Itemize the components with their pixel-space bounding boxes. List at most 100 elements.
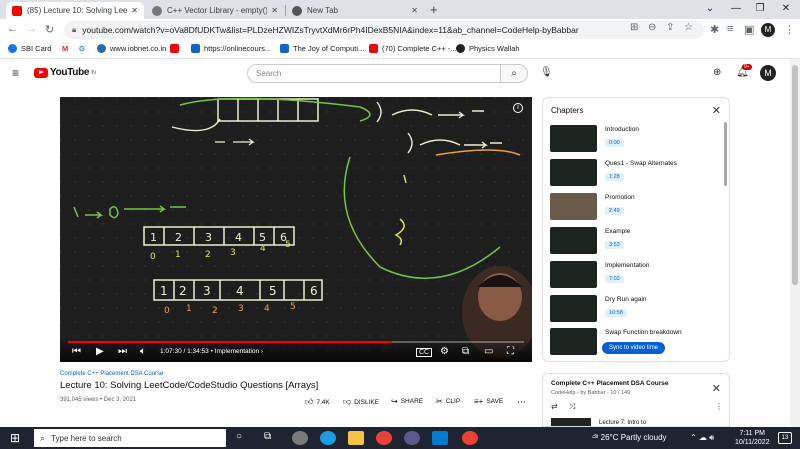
- tab-new-tab[interactable]: New Tab ✕: [286, 2, 424, 19]
- svg-text:0: 0: [150, 252, 156, 262]
- shuffle-icon[interactable]: ⤨: [569, 402, 575, 412]
- chapter-thumbnail: [550, 159, 597, 186]
- weather-widget[interactable]: ⛅︎ 26°C Partly cloudy: [592, 433, 667, 443]
- mic-icon[interactable]: 🎙︎: [540, 67, 553, 78]
- cortana-icon[interactable]: ○: [236, 431, 252, 445]
- install-icon[interactable]: ⊞: [630, 22, 638, 33]
- bookmark-star-icon[interactable]: ☆: [684, 22, 693, 33]
- bookmark-iobnet[interactable]: www.iobnet.co.in: [97, 44, 166, 53]
- menu-icon[interactable]: ⋮: [784, 23, 795, 36]
- fullscreen-icon[interactable]: ⛶: [507, 346, 514, 357]
- chapter-item[interactable]: Example 3:53: [550, 227, 725, 255]
- sync-to-video-time-button[interactable]: Sync to video time: [602, 342, 666, 354]
- chapter-item[interactable]: Introduction 0:00: [550, 125, 725, 153]
- playlist-title[interactable]: Complete C++ Placement DSA Course: [551, 380, 669, 387]
- bookmark-onlinecourses[interactable]: https://onlinecours...: [191, 44, 271, 53]
- chapter-item[interactable]: Implementation 7:03: [550, 261, 725, 289]
- share-button[interactable]: ↪ SHARE: [391, 397, 423, 406]
- back-icon[interactable]: ←: [7, 23, 18, 35]
- more-options-icon[interactable]: ⋮: [715, 402, 723, 411]
- avatar[interactable]: M: [760, 65, 776, 81]
- bookmark-sbi-card[interactable]: SBI Card: [8, 44, 51, 53]
- close-icon[interactable]: ✕: [712, 104, 721, 117]
- previous-icon[interactable]: ⏮︎: [72, 346, 81, 357]
- edge-icon[interactable]: [320, 431, 336, 445]
- forward-icon[interactable]: →: [26, 23, 37, 35]
- notification-center-icon[interactable]: 13: [778, 432, 792, 444]
- loop-icon[interactable]: ⇄: [551, 402, 558, 411]
- playlist-item-thumbnail[interactable]: [551, 418, 591, 426]
- bookmark-complete-cpp[interactable]: (70) Complete C++ -...: [369, 44, 457, 53]
- zoom-icon[interactable]: ⊖: [648, 22, 656, 33]
- captions-icon[interactable]: CC: [416, 348, 433, 357]
- bookmark-gmail[interactable]: M: [62, 44, 68, 53]
- sidepanel-icon[interactable]: ▣: [744, 23, 754, 36]
- reload-icon[interactable]: ↻: [45, 23, 54, 36]
- bookmark-youtube[interactable]: [170, 44, 183, 53]
- svg-text:2: 2: [205, 250, 211, 260]
- chapter-item[interactable]: Dry Run again 10:58: [550, 295, 725, 323]
- page-scrollbar-thumb[interactable]: [792, 65, 798, 285]
- tab-search-icon[interactable]: ⌄: [696, 3, 724, 14]
- new-tab-button[interactable]: +: [430, 2, 438, 17]
- close-icon[interactable]: ✕: [271, 6, 278, 15]
- windows-start-icon[interactable]: ⊞: [10, 431, 20, 445]
- bookmark-physics-wallah[interactable]: Physics Wallah: [456, 44, 520, 53]
- like-button[interactable]: 👍︎ 7.4K: [305, 397, 330, 407]
- miniplayer-icon[interactable]: ⧉: [462, 346, 469, 357]
- tray-icons[interactable]: ⌃ ☁︎ 🔊︎: [690, 433, 714, 443]
- create-video-icon[interactable]: ⊕: [713, 67, 721, 78]
- tab-title: New Tab: [307, 6, 338, 15]
- bookmark-joy-of-computing[interactable]: The Joy of Computi...: [280, 44, 364, 53]
- profile-avatar[interactable]: M: [761, 23, 775, 37]
- progress-bar[interactable]: [68, 341, 524, 343]
- share-icon[interactable]: ⇪: [666, 22, 674, 33]
- clip-button[interactable]: ✂ CLIP: [436, 397, 460, 406]
- media-icon[interactable]: ≡: [727, 23, 733, 35]
- close-icon[interactable]: ✕: [131, 6, 138, 15]
- close-icon[interactable]: ✕: [411, 6, 418, 15]
- bookmark-google[interactable]: G: [79, 44, 85, 53]
- chrome-icon[interactable]: [376, 431, 392, 445]
- volume-icon[interactable]: 🔈︎: [140, 346, 146, 357]
- taskbar-search-input[interactable]: ⌕ Type here to search: [34, 429, 226, 447]
- chapter-text[interactable]: • Implementation ›: [211, 348, 264, 355]
- page-scrollbar[interactable]: [790, 59, 800, 427]
- playlist-item-title[interactable]: Lecture 7: Intro to: [599, 420, 646, 426]
- chapters-scrollbar[interactable]: [724, 122, 727, 186]
- more-actions-icon[interactable]: ⋯: [517, 397, 526, 408]
- youtube-icon: [369, 44, 378, 53]
- search-input[interactable]: Search: [247, 64, 501, 83]
- video-player[interactable]: 123456 012345 123456 012345 i ⏮︎ ▶ ⏭︎ 🔈︎…: [60, 97, 532, 362]
- tab-cpp-vector[interactable]: C++ Vector Library - empty() Fu ✕: [146, 2, 284, 19]
- dislike-button[interactable]: 👎︎ DISLIKE: [343, 397, 379, 407]
- task-view-icon[interactable]: ⧉: [264, 431, 280, 445]
- info-icon[interactable]: i: [513, 103, 523, 113]
- chapter-item[interactable]: Promotion 2:49: [550, 193, 725, 221]
- hamburger-menu-icon[interactable]: ≡: [12, 66, 19, 80]
- maximize-icon[interactable]: ❐: [746, 3, 774, 14]
- save-button[interactable]: ≡+ SAVE: [474, 397, 503, 406]
- vscode-icon[interactable]: [432, 431, 448, 445]
- chapters-title: Chapters: [551, 106, 584, 115]
- youtube-logo[interactable]: YouTube IN: [34, 67, 96, 78]
- close-icon[interactable]: ✕: [712, 382, 721, 395]
- extensions-icon[interactable]: ✱: [710, 23, 719, 36]
- settings-gear-icon[interactable]: ⚙︎: [440, 346, 449, 357]
- address-bar[interactable]: 🔒︎ youtube.com/watch?v=oVa8DfUDKTw&list=…: [64, 21, 704, 39]
- app-icon[interactable]: [292, 431, 308, 445]
- clock[interactable]: 7:11 PM 10/11/2022: [735, 429, 770, 447]
- play-icon[interactable]: ▶: [96, 346, 104, 357]
- theater-mode-icon[interactable]: ▭: [484, 346, 493, 357]
- next-icon[interactable]: ⏭︎: [118, 346, 127, 357]
- search-button[interactable]: ⌕: [500, 64, 528, 83]
- chrome-active-icon[interactable]: [462, 431, 478, 445]
- app-icon[interactable]: [404, 431, 420, 445]
- chapter-item[interactable]: Ques1 - Swap Alternates 1:28: [550, 159, 725, 187]
- whiteboard-frame: 123456 012345 123456 012345: [60, 97, 532, 362]
- svg-text:3: 3: [205, 231, 212, 244]
- window-close-icon[interactable]: ✕: [772, 3, 800, 14]
- playlist-link[interactable]: Complete C++ Placement DSA Course: [60, 371, 163, 377]
- tab-youtube[interactable]: (85) Lecture 10: Solving LeetCod ✕: [6, 2, 144, 19]
- file-explorer-icon[interactable]: [348, 431, 364, 445]
